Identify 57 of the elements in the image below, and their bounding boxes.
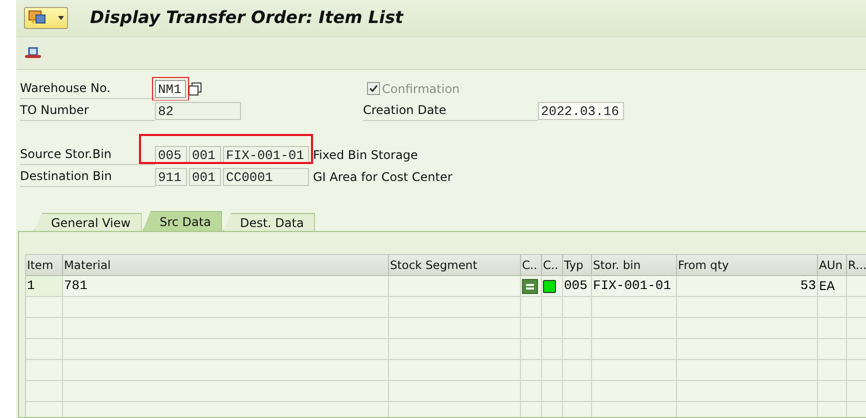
storage-type-field: 911: [155, 168, 187, 186]
column-header[interactable]: R...: [847, 255, 866, 276]
check-icon: [369, 84, 378, 93]
tab[interactable]: General View: [34, 213, 142, 231]
table-cell: [818, 318, 847, 339]
field-label: Creation Date: [363, 100, 538, 121]
table-cell: [542, 381, 563, 402]
tab[interactable]: Dest. Data: [222, 213, 315, 231]
hat-icon[interactable]: [24, 46, 42, 60]
table-cell: 781: [63, 276, 389, 297]
status-square-icon: [543, 280, 556, 292]
column-header[interactable]: Material: [63, 255, 389, 276]
storage-section-field: 001: [189, 146, 221, 164]
table-cell: [521, 360, 542, 381]
table-cell: FIX-001-01: [592, 276, 677, 297]
storage-section-field: 001: [189, 168, 221, 186]
column-header[interactable]: C..: [542, 255, 563, 276]
bin-description: Fixed Bin Storage: [313, 148, 418, 162]
unit-text: EA: [819, 278, 835, 295]
caret-icon: [58, 15, 64, 21]
table-cell: [563, 318, 592, 339]
table-cell: [542, 339, 563, 360]
storage-bin-field: CC0001: [223, 168, 309, 186]
table-cell: [563, 339, 592, 360]
table-cell: 53: [677, 276, 818, 297]
to-number-field: 82: [155, 102, 241, 120]
tab[interactable]: Src Data: [142, 211, 222, 231]
chat-window-icon: [28, 10, 48, 26]
table-cell: 1: [26, 276, 63, 297]
table-cell: [818, 360, 847, 381]
warehouse-field: NM1: [155, 80, 186, 98]
copy-icon[interactable]: [188, 82, 202, 96]
table-cell: [521, 318, 542, 339]
table-cell: 005: [563, 276, 592, 297]
column-header[interactable]: Stor. bin: [592, 255, 677, 276]
storage-type-field: 005: [155, 146, 187, 164]
column-header[interactable]: Typ: [563, 255, 592, 276]
column-header[interactable]: From qty: [677, 255, 818, 276]
table-cell: [521, 381, 542, 402]
column-header[interactable]: C..: [521, 255, 542, 276]
storage-bin-field: FIX-001-01: [223, 146, 309, 164]
table-cell: [563, 381, 592, 402]
menu-button[interactable]: [24, 7, 68, 29]
table-cell: [818, 381, 847, 402]
window-title: Display Transfer Order: Item List: [90, 8, 404, 28]
column-header[interactable]: Item: [26, 255, 63, 276]
creation-date-field: 2022.03.16: [538, 102, 624, 120]
table-cell: [818, 339, 847, 360]
bin-description: GI Area for Cost Center: [313, 170, 452, 184]
column-header[interactable]: Stock Segment: [389, 255, 521, 276]
table-cell: [542, 318, 563, 339]
table-cell: [521, 339, 542, 360]
equal-status-icon: [522, 278, 538, 294]
column-header[interactable]: AUn: [818, 255, 847, 276]
table-cell: [542, 360, 563, 381]
table-cell: [563, 297, 592, 318]
table-cell: [563, 360, 592, 381]
